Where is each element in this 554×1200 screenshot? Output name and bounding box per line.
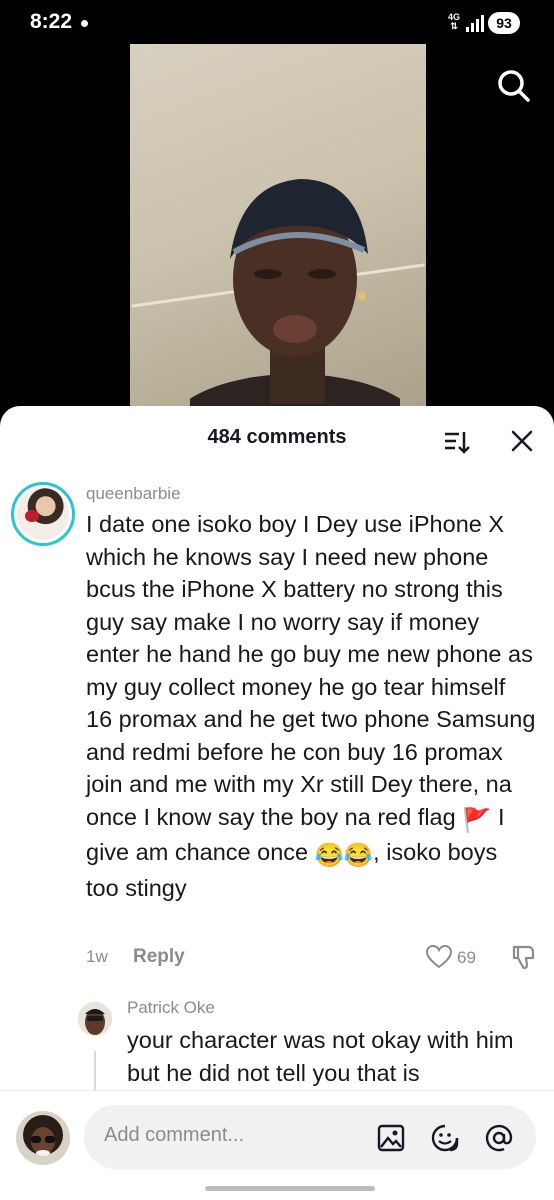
video-person-image [190,179,400,424]
red-flag-emoji: 🚩 [462,806,492,833]
comment-username[interactable]: queenbarbie [86,484,181,504]
close-icon [511,430,533,452]
status-bar: 8:22 4G ⇅ 93 [0,0,554,44]
sort-icon [445,432,470,454]
heart-icon [425,944,453,969]
search-button[interactable] [494,66,534,106]
avatar-image [78,1002,112,1036]
emoji-icon [431,1124,459,1152]
current-user-avatar[interactable] [16,1111,70,1165]
video-player[interactable] [130,44,426,424]
notification-dot [81,20,88,27]
like-button[interactable] [425,944,453,970]
reply-text: your character was not okay with him but… [127,1027,514,1086]
comments-header: 484 comments [0,406,554,470]
thumbs-down-icon [512,945,535,970]
comment-input-placeholder: Add comment... [104,1124,245,1146]
mention-icon [485,1124,513,1152]
reply-avatar[interactable] [78,1002,112,1036]
search-icon [498,70,530,102]
avatar-image [16,1111,70,1165]
like-count: 69 [457,948,476,967]
reply-button[interactable]: Reply [133,946,185,968]
comment-age: 1w [86,947,108,966]
home-indicator[interactable] [205,1186,375,1191]
network-indicator: 4G ⇅ [448,12,461,31]
laughing-emoji: 😂😂 [314,842,374,868]
status-time: 8:22 [30,10,73,33]
comment-text: I date one isoko boy I Dey use iPhone X … [86,508,536,904]
image-icon [377,1124,405,1152]
image-button[interactable] [376,1123,406,1153]
signal-icon [466,14,486,32]
avatar-image [17,488,69,540]
reply-username[interactable]: Patrick Oke [127,998,215,1018]
close-button[interactable] [509,428,535,454]
comment-composer: Add comment... [0,1090,554,1200]
mention-button[interactable] [484,1123,514,1153]
sort-button[interactable] [443,428,471,456]
comment-avatar[interactable] [11,482,75,546]
network-type: 4G [448,12,461,22]
dislike-button[interactable] [511,944,537,972]
comment-text-part: I date one isoko boy I Dey use iPhone X … [86,511,536,830]
battery-level: 93 [488,12,520,34]
comment-input[interactable]: Add comment... [84,1105,536,1169]
comments-sheet: 484 comments queenbarbie I date one isok… [0,406,554,1200]
emoji-button[interactable] [430,1123,460,1153]
